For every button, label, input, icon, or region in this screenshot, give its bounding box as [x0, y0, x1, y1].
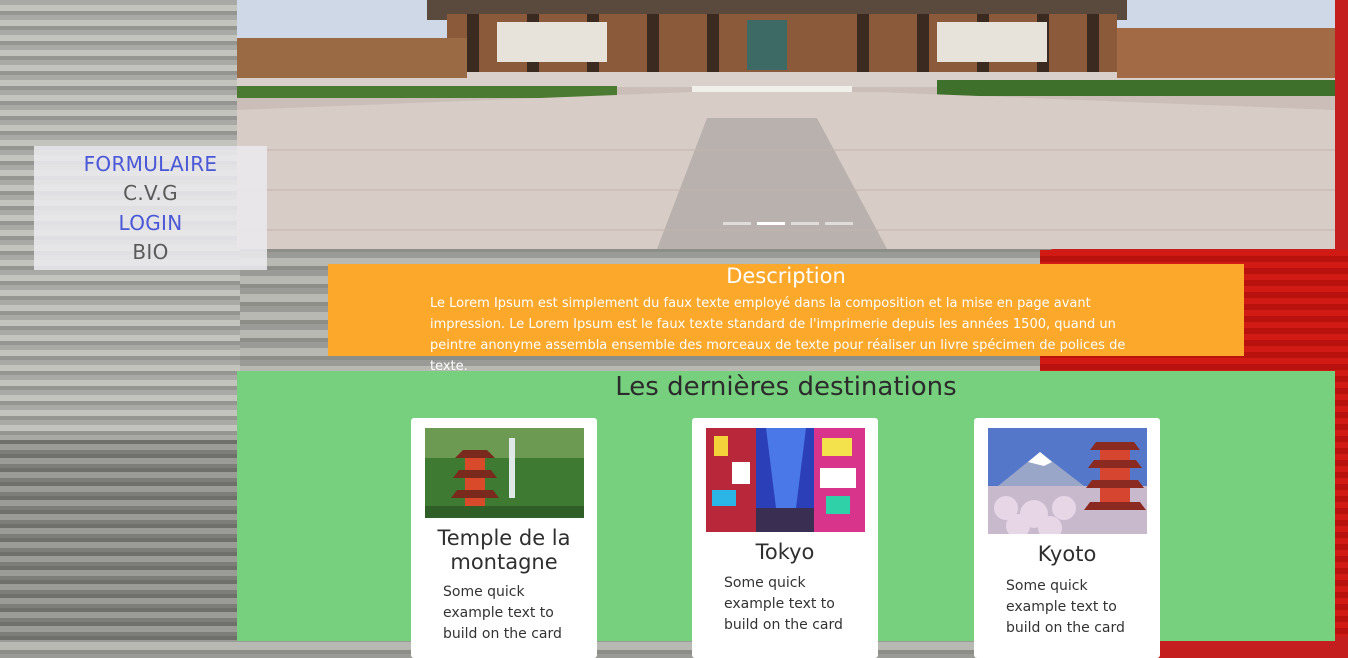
carousel-indicator[interactable]	[723, 222, 751, 225]
destination-card[interactable]: Kyoto Some quick example text to build o…	[974, 418, 1160, 658]
background-wood-dark	[0, 440, 240, 640]
carousel-indicator[interactable]	[791, 222, 819, 225]
side-nav: FORMULAIRE C.V.G LOGIN BIO	[34, 146, 267, 270]
nav-link-formulaire[interactable]: FORMULAIRE	[84, 152, 218, 176]
card-title: Tokyo	[755, 540, 815, 564]
carousel-indicators	[723, 222, 853, 225]
card-text: Some quick example text to build on the …	[1006, 578, 1125, 636]
destination-card[interactable]: Temple de la montagne Some quick example…	[411, 418, 597, 658]
card-image-temple	[425, 428, 584, 518]
description-text: Le Lorem Ipsum est simplement du faux te…	[430, 296, 1126, 374]
nav-link-login[interactable]: LOGIN	[118, 211, 182, 235]
card-title: Temple de la montagne	[437, 526, 571, 574]
card-image-kyoto	[988, 428, 1147, 534]
card-image-tokyo	[706, 428, 865, 532]
destinations-section: Les dernières destinations Temple de la …	[237, 371, 1335, 658]
destination-card[interactable]: Tokyo Some quick example text to build o…	[692, 418, 878, 658]
card-text: Some quick example text to build on the …	[724, 575, 843, 633]
carousel-indicator[interactable]	[825, 222, 853, 225]
description-title: Description	[726, 264, 846, 288]
hero-carousel[interactable]	[237, 0, 1335, 249]
description-section: Description Le Lorem Ipsum est simplemen…	[328, 264, 1244, 374]
nav-link-cvg[interactable]: C.V.G	[123, 181, 178, 205]
card-title: Kyoto	[1037, 542, 1097, 566]
carousel-indicator-active[interactable]	[757, 222, 785, 225]
nav-link-bio[interactable]: BIO	[132, 240, 168, 264]
temple-photo	[237, 0, 1335, 249]
destinations-title: Les dernières destinations	[615, 372, 957, 402]
